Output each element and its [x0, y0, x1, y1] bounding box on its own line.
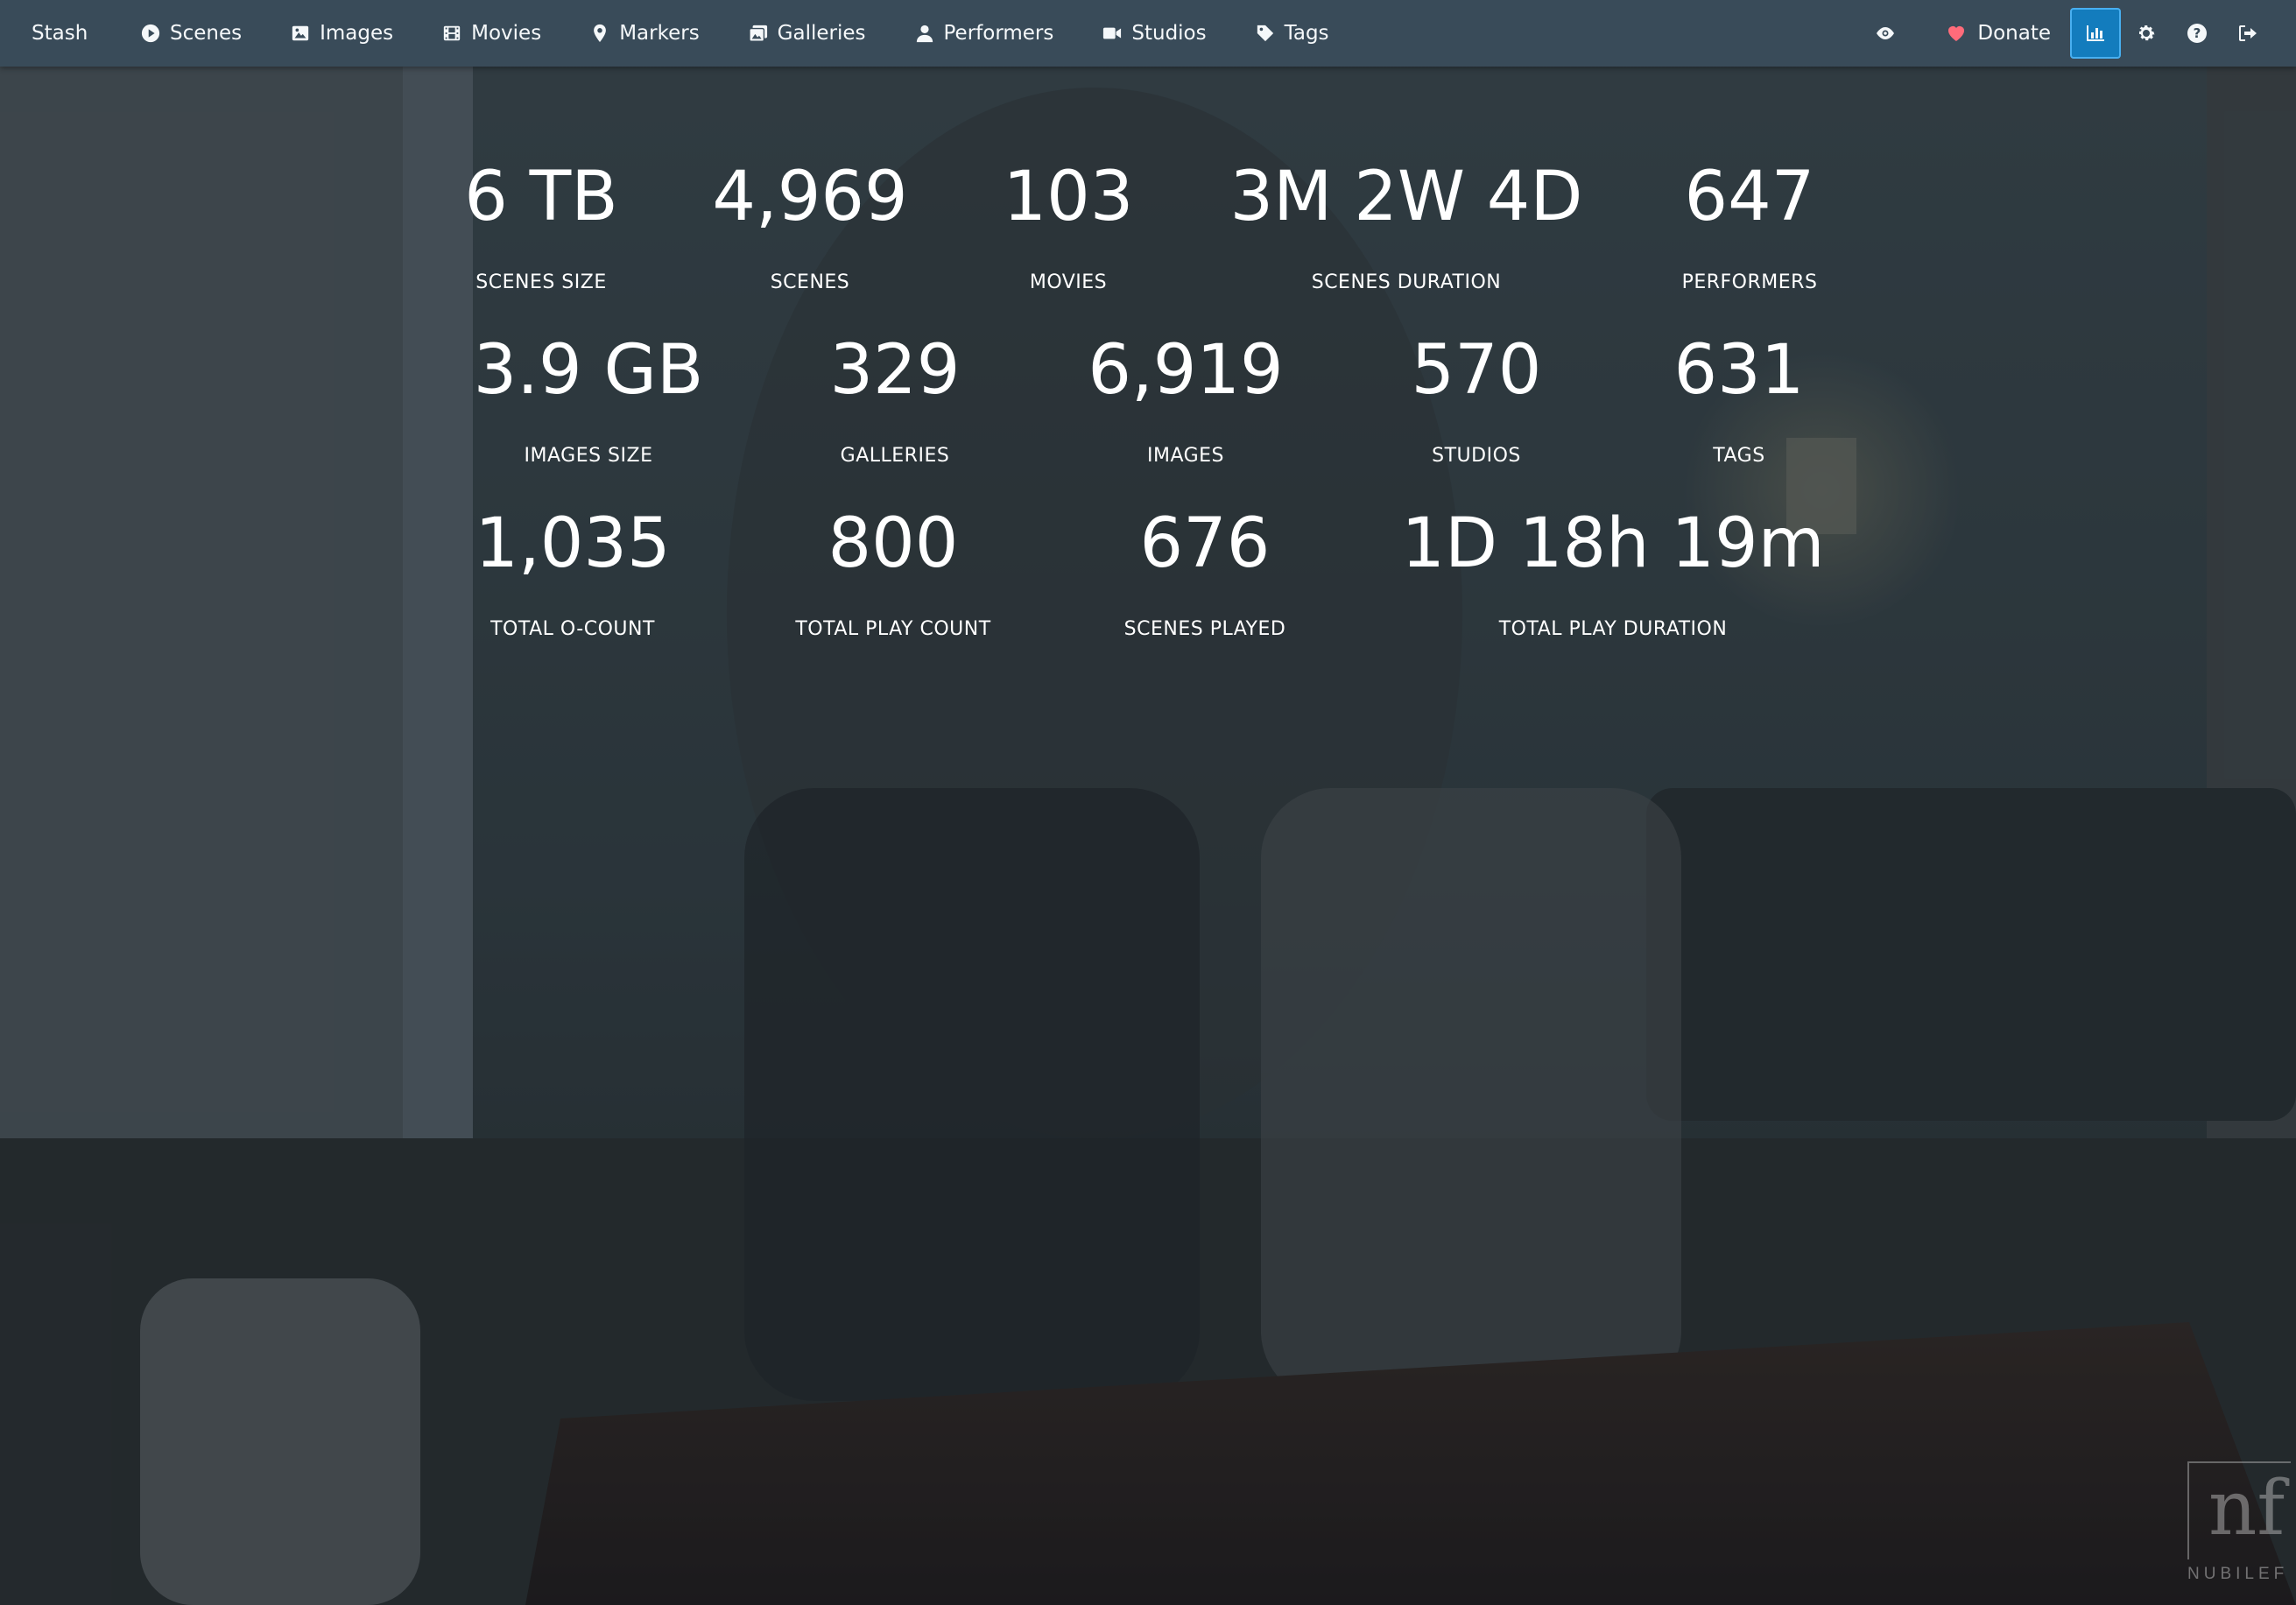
stat-images: 6,919 IMAGES — [1088, 331, 1283, 467]
help-icon[interactable]: ? — [2172, 8, 2222, 59]
nav-performers[interactable]: Performers — [914, 0, 1054, 67]
nav-markers-label: Markers — [619, 22, 700, 45]
nav-scenes[interactable]: Scenes — [140, 0, 242, 67]
stat-scenes-duration: 3M 2W 4D SCENES DURATION — [1230, 158, 1583, 293]
stat-label: TAGS — [1713, 445, 1765, 467]
eye-icon[interactable] — [1860, 8, 1911, 59]
nav-right-group: Donate ? — [1860, 0, 2296, 67]
sign-out-icon[interactable] — [2222, 8, 2273, 59]
images-icon — [748, 23, 769, 44]
stat-label: PERFORMERS — [1681, 271, 1818, 293]
stat-value: 647 — [1684, 158, 1815, 236]
user-icon — [914, 23, 935, 44]
nav-tags-label: Tags — [1284, 22, 1329, 45]
stat-label: STUDIOS — [1432, 445, 1521, 467]
nav-studios-label: Studios — [1131, 22, 1207, 45]
stat-value: 6 TB — [464, 158, 618, 236]
stat-images-size: 3.9 GB IMAGES SIZE — [474, 331, 704, 467]
film-icon — [441, 23, 462, 44]
nav-items: Scenes Images Movies Markers Galleries P… — [140, 0, 1377, 67]
stat-scenes-size: 6 TB SCENES SIZE — [464, 158, 618, 293]
stat-galleries: 329 GALLERIES — [830, 331, 961, 467]
stat-label: SCENES DURATION — [1311, 271, 1502, 293]
stat-value: 4,969 — [712, 158, 908, 236]
stat-value: 676 — [1139, 504, 1271, 583]
donate-button[interactable]: Donate — [1946, 22, 2051, 45]
nav-movies[interactable]: Movies — [441, 0, 541, 67]
donate-label: Donate — [1977, 22, 2051, 45]
stat-label: IMAGES — [1146, 445, 1225, 467]
nav-galleries[interactable]: Galleries — [748, 0, 866, 67]
stat-label: SCENES — [770, 271, 850, 293]
nav-markers[interactable]: Markers — [589, 0, 700, 67]
stat-total-play-duration: 1D 18h 19m TOTAL PLAY DURATION — [1401, 504, 1824, 640]
stat-value: 103 — [1003, 158, 1134, 236]
watermark-logo: nf NUBILEF — [2187, 1461, 2291, 1584]
watermark-text: NUBILEF — [2187, 1565, 2289, 1583]
stat-value: 1D 18h 19m — [1401, 504, 1825, 583]
stat-label: IMAGES SIZE — [524, 445, 653, 467]
stat-performers: 647 PERFORMERS — [1682, 158, 1818, 293]
stat-value: 1,035 — [475, 504, 671, 583]
stat-value: 570 — [1411, 331, 1542, 410]
stat-scenes-played: 676 SCENES PLAYED — [1124, 504, 1286, 640]
stat-value: 329 — [829, 331, 961, 410]
stat-tags: 631 TAGS — [1674, 331, 1805, 467]
watermark-mark: nf — [2208, 1465, 2285, 1552]
tag-icon — [1255, 23, 1276, 44]
stats-grid: 6 TB SCENES SIZE 4,969 SCENES 103 MOVIES… — [0, 0, 2296, 1605]
stat-value: 6,919 — [1088, 331, 1284, 410]
stat-label: TOTAL O-COUNT — [490, 618, 655, 640]
stat-studios: 570 STUDIOS — [1412, 331, 1542, 467]
stat-value: 631 — [1673, 331, 1805, 410]
map-marker-icon — [589, 23, 610, 44]
play-circle-icon — [140, 23, 161, 44]
image-icon — [290, 23, 311, 44]
nav-performers-label: Performers — [943, 22, 1054, 45]
stat-label: TOTAL PLAY COUNT — [795, 618, 991, 640]
nav-scenes-label: Scenes — [170, 22, 243, 45]
nav-images[interactable]: Images — [290, 0, 393, 67]
stat-total-play-count: 800 TOTAL PLAY COUNT — [795, 504, 990, 640]
stat-value: 800 — [828, 504, 959, 583]
stat-label: SCENES PLAYED — [1123, 618, 1286, 640]
stat-label: SCENES SIZE — [475, 271, 607, 293]
nav-studios[interactable]: Studios — [1102, 0, 1207, 67]
stat-label: GALLERIES — [840, 445, 950, 467]
nav-movies-label: Movies — [471, 22, 542, 45]
nav-images-label: Images — [320, 22, 394, 45]
svg-text:?: ? — [2194, 25, 2201, 41]
stat-movies: 103 MOVIES — [1004, 158, 1134, 293]
stat-value: 3M 2W 4D — [1229, 158, 1583, 236]
gear-icon[interactable] — [2121, 8, 2172, 59]
stat-total-o-count: 1,035 TOTAL O-COUNT — [475, 504, 670, 640]
nav-tags[interactable]: Tags — [1255, 0, 1329, 67]
stat-value: 3.9 GB — [473, 331, 704, 410]
top-navbar: Stash Scenes Images Movies Markers Galle… — [0, 0, 2296, 67]
stat-label: TOTAL PLAY DURATION — [1498, 618, 1728, 640]
nav-galleries-label: Galleries — [777, 22, 866, 45]
video-icon — [1102, 23, 1123, 44]
stats-chart-icon[interactable] — [2070, 8, 2121, 59]
brand-link[interactable]: Stash — [0, 22, 123, 45]
heart-icon — [1948, 25, 1965, 41]
stat-label: MOVIES — [1029, 271, 1108, 293]
stat-scenes: 4,969 SCENES — [712, 158, 907, 293]
